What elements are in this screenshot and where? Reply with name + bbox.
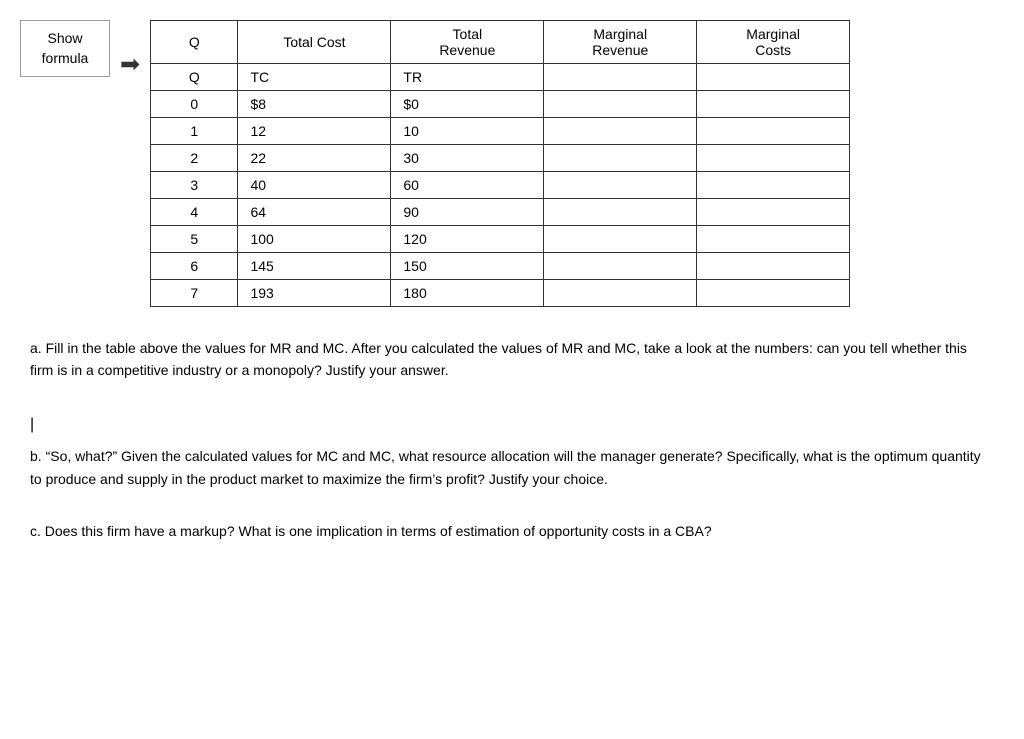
cell-mc-2 — [697, 145, 850, 172]
subheader-tc: TC — [238, 64, 391, 91]
cell-mr-3 — [544, 172, 697, 199]
cell-q-6: 6 — [151, 253, 238, 280]
header-mc: Marginal Costs — [697, 21, 850, 64]
cell-tc-2: 22 — [238, 145, 391, 172]
table-row: 6 145 150 — [151, 253, 850, 280]
cell-mr-5 — [544, 226, 697, 253]
header-mr: Marginal Revenue — [544, 21, 697, 64]
cell-mc-3 — [697, 172, 850, 199]
show-formula-button[interactable]: Showformula — [20, 20, 110, 77]
cell-tc-0: $8 — [238, 91, 391, 118]
subheader-mr — [544, 64, 697, 91]
cell-tr-2: 30 — [391, 145, 544, 172]
table-row: 1 12 10 — [151, 118, 850, 145]
sub-header-row: Q TC TR — [151, 64, 850, 91]
table-row: 7 193 180 — [151, 280, 850, 307]
cell-tr-0: $0 — [391, 91, 544, 118]
table-row: 4 64 90 — [151, 199, 850, 226]
cell-tc-1: 12 — [238, 118, 391, 145]
cell-mc-1 — [697, 118, 850, 145]
cell-mc-7 — [697, 280, 850, 307]
question-c: c. Does this firm have a markup? What is… — [30, 520, 994, 542]
cell-q-0: 0 — [151, 91, 238, 118]
questions-section: a. Fill in the table above the values fo… — [20, 337, 1004, 563]
cell-tr-7: 180 — [391, 280, 544, 307]
cell-tc-5: 100 — [238, 226, 391, 253]
cell-q-4: 4 — [151, 199, 238, 226]
main-table: Q Total Cost Total Revenue Marginal Reve… — [150, 20, 850, 307]
cell-mr-2 — [544, 145, 697, 172]
question-a-text: a. Fill in the table above the values fo… — [30, 337, 994, 382]
cell-tr-1: 10 — [391, 118, 544, 145]
cell-tc-7: 193 — [238, 280, 391, 307]
cell-tc-4: 64 — [238, 199, 391, 226]
cell-q-5: 5 — [151, 226, 238, 253]
question-b: | b. “So, what?” Given the calculated va… — [30, 412, 994, 490]
cell-mr-0 — [544, 91, 697, 118]
cell-q-2: 2 — [151, 145, 238, 172]
question-c-text: c. Does this firm have a markup? What is… — [30, 520, 994, 542]
cell-mc-0 — [697, 91, 850, 118]
cell-mc-5 — [697, 226, 850, 253]
cell-tr-3: 60 — [391, 172, 544, 199]
cell-tc-6: 145 — [238, 253, 391, 280]
cell-tr-5: 120 — [391, 226, 544, 253]
subheader-mc — [697, 64, 850, 91]
cell-q-7: 7 — [151, 280, 238, 307]
cell-tc-3: 40 — [238, 172, 391, 199]
table-wrapper: Q Total Cost Total Revenue Marginal Reve… — [150, 20, 1004, 307]
cell-mr-4 — [544, 199, 697, 226]
header-tr: Total Revenue — [391, 21, 544, 64]
table-row: 5 100 120 — [151, 226, 850, 253]
right-arrow-icon: ➡ — [120, 50, 140, 79]
text-cursor: | — [30, 412, 994, 438]
cell-mc-4 — [697, 199, 850, 226]
table-row: 3 40 60 — [151, 172, 850, 199]
top-section: Showformula ➡ Q Total Cost Total Revenue — [20, 20, 1004, 307]
page-container: Showformula ➡ Q Total Cost Total Revenue — [20, 20, 1004, 563]
header-tc: Total Cost — [238, 21, 391, 64]
subheader-tr: TR — [391, 64, 544, 91]
cell-mr-6 — [544, 253, 697, 280]
header-row: Q Total Cost Total Revenue Marginal Reve… — [151, 21, 850, 64]
cell-q-3: 3 — [151, 172, 238, 199]
cell-mr-1 — [544, 118, 697, 145]
cell-mr-7 — [544, 280, 697, 307]
cell-tr-4: 90 — [391, 199, 544, 226]
cell-tr-6: 150 — [391, 253, 544, 280]
cell-mc-6 — [697, 253, 850, 280]
table-row: 0 $8 $0 — [151, 91, 850, 118]
table-row: 2 22 30 — [151, 145, 850, 172]
arrow-container: ➡ — [120, 20, 140, 79]
question-b-text: b. “So, what?” Given the calculated valu… — [30, 445, 994, 490]
header-q: Q — [151, 21, 238, 64]
subheader-q: Q — [151, 64, 238, 91]
question-a: a. Fill in the table above the values fo… — [30, 337, 994, 382]
cell-q-1: 1 — [151, 118, 238, 145]
